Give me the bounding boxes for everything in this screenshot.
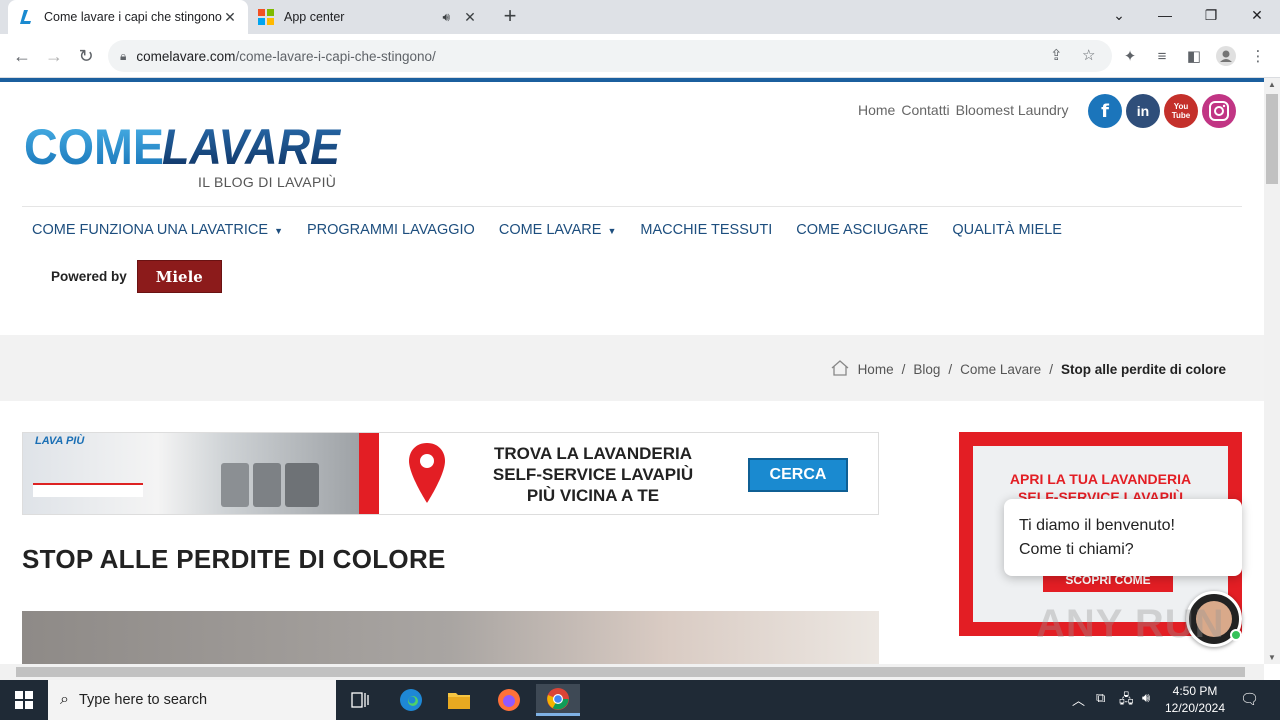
close-window-button[interactable]: ✕ — [1234, 0, 1280, 30]
chrome-icon[interactable] — [536, 684, 580, 716]
speaker-icon[interactable]: 🔊︎ — [442, 10, 450, 25]
article-title: STOP ALLE PERDITE DI COLORE — [22, 544, 446, 574]
comelavare-logo[interactable]: COME LAVARE — [24, 116, 344, 175]
task-view-icon[interactable] — [338, 684, 382, 716]
laundromat-photo: LAVA PIÙ — [23, 433, 359, 514]
side-panel-icon[interactable]: ◧ — [1182, 44, 1206, 68]
extensions-icon[interactable]: ✦ — [1118, 44, 1142, 68]
taskbar-search-input[interactable]: ⌕ Type here to search — [48, 680, 336, 720]
breadcrumb: Home / Blog / Come Lavare / Stop alle pe… — [830, 359, 1226, 380]
browser-tab-strip: Come lavare i capi che stingono ✕ App ce… — [0, 0, 1280, 34]
horizontal-scrollbar[interactable] — [0, 664, 1264, 680]
menu-item-come-lavare[interactable]: COME LAVARE ▼ — [499, 222, 617, 238]
tab-app-center[interactable]: App center 🔊︎ ✕ — [248, 0, 488, 34]
main-menu: COME FUNZIONA UNA LAVATRICE ▼ PROGRAMMI L… — [32, 222, 1086, 238]
menu-item-qualita-miele[interactable]: QUALITÀ MIELE — [952, 222, 1062, 238]
microsoft-favicon-icon — [258, 9, 274, 25]
breadcrumb-come-lavare[interactable]: Come Lavare — [960, 362, 1041, 377]
svg-text:COME: COME — [24, 119, 164, 171]
site-tagline: IL BLOG DI LAVAPIÙ — [198, 174, 337, 190]
close-tab-icon[interactable]: ✕ — [462, 9, 478, 26]
windows-taskbar: ⌕ Type here to search ︿ ⧉ 🖧︎ 🔊︎ 4:50 PM … — [0, 680, 1280, 720]
breadcrumb-bar: Home / Blog / Come Lavare / Stop alle pe… — [0, 335, 1264, 401]
tray-chevron-up-icon[interactable]: ︿ — [1072, 690, 1085, 709]
file-explorer-icon[interactable] — [437, 684, 481, 716]
miele-logo: Miele — [136, 260, 222, 293]
powered-by-miele[interactable]: Powered by Miele — [51, 260, 222, 293]
web-page: COME LAVARE IL BLOG DI LAVAPIÙ Home Cont… — [0, 78, 1264, 664]
cerca-button[interactable]: CERCA — [748, 458, 848, 492]
map-pin-icon — [407, 441, 447, 512]
tab-search-icon[interactable]: ⌄ — [1096, 0, 1142, 30]
top-link-bloomest[interactable]: Bloomest Laundry — [956, 102, 1069, 118]
windows-start-icon[interactable] — [0, 680, 48, 720]
address-bar[interactable]: 🔒︎ comelavare.com/come-lavare-i-capi-che… — [108, 40, 1112, 72]
volume-icon[interactable]: 🔊︎ — [1142, 690, 1150, 706]
menu-kebab-icon[interactable]: ⋮ — [1246, 44, 1270, 68]
search-icon: ⌕ — [60, 691, 69, 708]
menu-item-macchie[interactable]: MACCHIE TESSUTI — [640, 222, 772, 238]
top-link-contatti[interactable]: Contatti — [901, 102, 949, 118]
online-status-dot — [1230, 629, 1242, 641]
lavanderia-finder-banner[interactable]: LAVA PIÙ TROVA LA LAVANDERIA SELF-SERVIC… — [22, 432, 879, 515]
lock-icon[interactable]: 🔒︎ — [120, 49, 126, 64]
share-icon[interactable]: ⇪ — [1050, 46, 1063, 64]
header-divider — [22, 206, 1242, 207]
menu-item-programmi[interactable]: PROGRAMMI LAVAGGIO — [307, 222, 475, 238]
reload-icon[interactable]: ↻ — [72, 42, 100, 70]
url-path: /come-lavare-i-capi-che-stingono/ — [235, 48, 436, 64]
scroll-up-icon[interactable]: ▲ — [1264, 80, 1280, 89]
article-hero-image — [22, 611, 879, 664]
menu-item-come-funziona[interactable]: COME FUNZIONA UNA LAVATRICE ▼ — [32, 222, 283, 238]
firefox-icon[interactable] — [487, 684, 531, 716]
brand-top-line — [0, 78, 1264, 82]
vertical-scrollbar[interactable]: ▲ ▼ — [1264, 78, 1280, 664]
home-icon[interactable] — [830, 359, 850, 380]
instagram-icon[interactable] — [1202, 94, 1236, 128]
browser-toolbar: ← → ↻ 🔒︎ comelavare.com/come-lavare-i-ca… — [0, 34, 1280, 78]
menu-item-asciugare[interactable]: COME ASCIUGARE — [796, 222, 928, 238]
lavapiu-favicon-icon — [18, 9, 34, 25]
bookmark-star-icon[interactable]: ☆ — [1082, 46, 1095, 64]
close-tab-icon[interactable]: ✕ — [222, 9, 238, 26]
minimize-button[interactable]: — — [1142, 0, 1188, 30]
top-link-home[interactable]: Home — [858, 102, 895, 118]
anyrun-watermark: ANY RUN — [1036, 602, 1225, 646]
new-tab-button[interactable]: + — [498, 5, 522, 29]
media-queue-icon[interactable]: ≡ — [1150, 44, 1174, 68]
svg-text:LAVARE: LAVARE — [162, 119, 341, 171]
breadcrumb-blog[interactable]: Blog — [913, 362, 940, 377]
chevron-down-icon: ▼ — [274, 226, 283, 236]
top-links: Home Contatti Bloomest Laundry — [858, 102, 1068, 118]
notification-center-icon[interactable]: 🗨︎ — [1240, 690, 1259, 708]
chevron-down-icon: ▼ — [607, 226, 617, 236]
url-domain: comelavare.com — [136, 48, 236, 64]
tab-come-lavare[interactable]: Come lavare i capi che stingono ✕ — [8, 0, 248, 34]
youtube-icon[interactable]: You Tube — [1164, 94, 1198, 128]
restore-button[interactable]: ❐ — [1188, 0, 1234, 30]
tray-device-icon[interactable]: ⧉ — [1096, 690, 1105, 706]
linkedin-icon[interactable]: in — [1126, 94, 1160, 128]
breadcrumb-current: Stop alle perdite di colore — [1060, 362, 1226, 377]
scroll-down-icon[interactable]: ▼ — [1264, 653, 1280, 662]
tab-title: App center — [284, 10, 345, 24]
forward-icon[interactable]: → — [40, 42, 68, 70]
edge-icon[interactable] — [389, 684, 433, 716]
facebook-icon[interactable]: f — [1088, 94, 1122, 128]
back-icon[interactable]: ← — [8, 42, 36, 70]
chat-welcome-bubble[interactable]: Ti diamo il benvenuto! Come ti chiami? — [1004, 499, 1242, 576]
powered-by-label: Powered by — [51, 269, 127, 284]
tab-title: Come lavare i capi che stingono — [44, 10, 222, 24]
breadcrumb-home[interactable]: Home — [858, 362, 894, 377]
taskbar-clock[interactable]: 4:50 PM 12/20/2024 — [1160, 683, 1230, 717]
network-icon[interactable]: 🖧︎ — [1119, 690, 1134, 712]
profile-avatar-icon[interactable] — [1214, 44, 1238, 68]
